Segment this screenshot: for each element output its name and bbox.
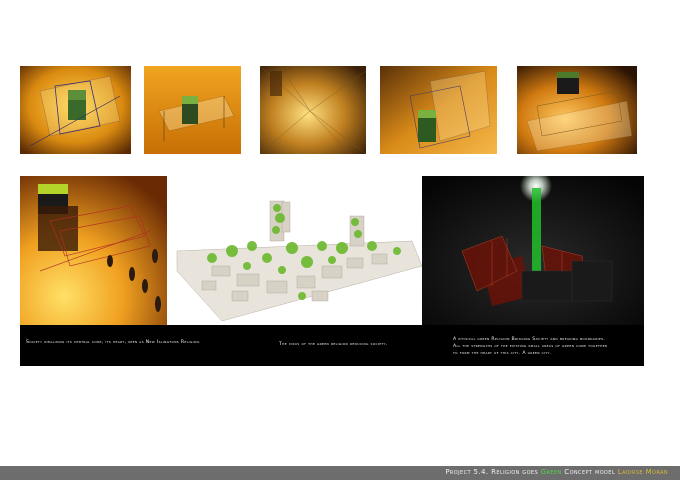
footer-title: Project 5.4. Religion goes Green Concept… — [445, 468, 668, 476]
caption-bar: Society idealising its central core, its… — [20, 325, 644, 366]
footer-author: Laoirse Moran — [617, 468, 668, 476]
thumbnail-3 — [260, 66, 366, 154]
footer-concept: Concept model — [564, 468, 616, 476]
footer-green-word: Green — [540, 468, 562, 476]
right-caption-line3: to form the heart of this city. A green … — [453, 351, 552, 356]
left-caption: Society idealising its central core, its… — [26, 340, 201, 345]
footer-project: Project 5.4. — [445, 468, 489, 476]
panel-right-image — [422, 176, 644, 326]
thumbnail-5 — [517, 66, 637, 154]
middle-caption: The virus of the green religion reducing… — [279, 342, 388, 347]
footer-bar: Project 5.4. Religion goes Green Concept… — [0, 466, 680, 480]
right-caption-line2: All the strengths of the existing small … — [453, 344, 608, 349]
panel-middle-image — [172, 196, 422, 326]
thumbnail-2 — [144, 66, 241, 154]
thumbnail-4 — [380, 66, 497, 154]
panel-left-image — [20, 176, 167, 326]
footer-religion: Religion goes — [491, 468, 539, 476]
thumbnail-1 — [20, 66, 131, 154]
right-caption-line1: A physical green Religion Bridging Socie… — [453, 337, 606, 342]
